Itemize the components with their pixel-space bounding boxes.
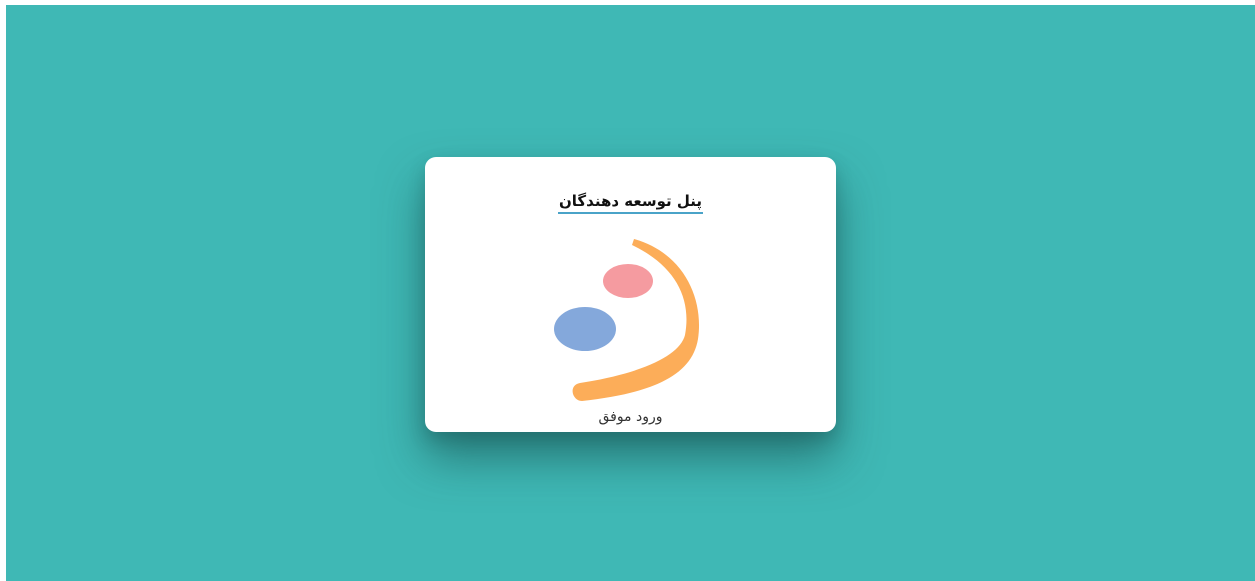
page-background: پنل توسعه دهندگان ورود موفق bbox=[6, 5, 1255, 581]
panel-title-text: پنل توسعه دهندگان bbox=[558, 191, 703, 214]
logo-blue-dot bbox=[554, 307, 616, 351]
logo-pink-dot bbox=[603, 264, 653, 298]
brand-logo-icon bbox=[554, 239, 700, 401]
login-success-card: پنل توسعه دهندگان ورود موفق bbox=[425, 157, 836, 432]
login-status-text: ورود موفق bbox=[598, 409, 663, 425]
card-title: پنل توسعه دهندگان bbox=[425, 191, 836, 214]
